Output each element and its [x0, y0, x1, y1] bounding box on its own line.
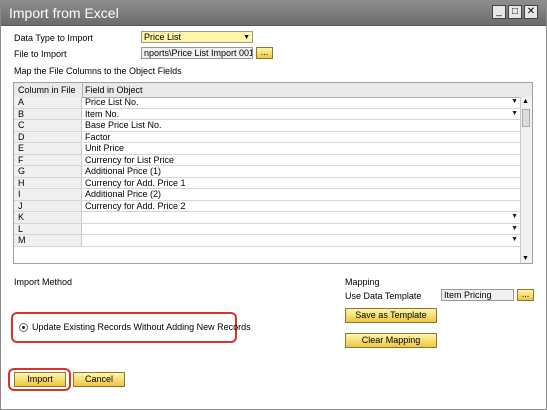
chevron-down-icon[interactable]: ▼: [511, 98, 518, 105]
row-column-letter: H: [14, 177, 82, 188]
column-header-file: Column in File: [18, 85, 76, 95]
table-row[interactable]: E Unit Price: [14, 143, 521, 155]
update-records-label[interactable]: Update Existing Records Without Adding N…: [32, 322, 251, 332]
table-row[interactable]: K ▼: [14, 212, 521, 224]
row-field-value[interactable]: Item No.: [83, 109, 523, 120]
chevron-down-icon: ▼: [243, 34, 250, 41]
data-type-select[interactable]: Price List ▼: [141, 31, 253, 43]
row-field-value[interactable]: Additional Price (1): [83, 166, 523, 177]
row-column-letter: E: [14, 143, 82, 154]
row-column-letter: C: [14, 120, 82, 131]
row-field-value[interactable]: Factor: [83, 132, 523, 143]
row-column-letter: A: [14, 97, 82, 108]
map-heading: Map the File Columns to the Object Field…: [14, 66, 182, 76]
row-column-letter: I: [14, 189, 82, 200]
row-field-value[interactable]: [83, 212, 523, 223]
row-column-letter: K: [14, 212, 82, 223]
data-type-label: Data Type to Import: [14, 33, 93, 43]
chevron-down-icon[interactable]: ▼: [511, 225, 518, 232]
grid-scrollbar[interactable]: ▲ ▼: [520, 97, 532, 263]
row-field-value[interactable]: Currency for Add. Price 2: [83, 201, 523, 212]
grid-header: Column in File Field in Object: [14, 83, 532, 98]
table-row[interactable]: H Currency for Add. Price 1: [14, 177, 523, 189]
save-template-button[interactable]: Save as Template: [345, 308, 437, 323]
row-column-letter: F: [14, 154, 82, 165]
close-icon[interactable]: ✕: [524, 5, 538, 19]
row-field-value[interactable]: Currency for Add. Price 1: [83, 178, 523, 189]
import-button[interactable]: Import: [14, 372, 66, 387]
row-field-value[interactable]: Unit Price: [83, 143, 523, 154]
chevron-down-icon[interactable]: ▼: [511, 110, 518, 117]
table-row[interactable]: M ▼: [14, 235, 521, 247]
window-title: Import from Excel: [9, 5, 119, 21]
template-browse-button[interactable]: ...: [517, 289, 534, 301]
minimize-icon[interactable]: _: [492, 5, 506, 19]
table-row[interactable]: F Currency for List Price: [14, 154, 523, 166]
mapping-grid: Column in File Field in Object A Price Li…: [13, 82, 533, 264]
clear-mapping-button[interactable]: Clear Mapping: [345, 333, 437, 348]
scroll-thumb[interactable]: [522, 109, 530, 127]
row-field-value[interactable]: Additional Price (2): [83, 189, 523, 200]
import-window: Import from Excel _ □ ✕ Data Type to Imp…: [0, 0, 547, 410]
row-field-value[interactable]: Price List No.: [83, 97, 523, 108]
row-column-letter: G: [14, 166, 82, 177]
maximize-icon[interactable]: □: [508, 5, 522, 19]
scroll-down-icon[interactable]: ▼: [522, 255, 529, 262]
data-type-value: Price List: [144, 32, 182, 42]
table-row[interactable]: B Item No. ▼: [14, 108, 523, 120]
chevron-down-icon[interactable]: ▼: [511, 236, 518, 243]
row-field-value[interactable]: Currency for List Price: [83, 155, 523, 166]
template-field[interactable]: Item Pricing: [441, 289, 514, 301]
table-row[interactable]: G Additional Price (1): [14, 166, 521, 178]
file-label: File to Import: [14, 49, 67, 59]
title-bar: Import from Excel _ □ ✕: [1, 1, 546, 26]
chevron-down-icon[interactable]: ▼: [511, 213, 518, 220]
row-column-letter: J: [14, 200, 82, 211]
table-row[interactable]: I Additional Price (2): [14, 189, 521, 201]
table-row[interactable]: L ▼: [14, 223, 523, 235]
table-row[interactable]: D Factor: [14, 131, 523, 143]
update-records-radio[interactable]: [19, 323, 28, 332]
column-header-field: Field in Object: [85, 85, 143, 95]
scroll-up-icon[interactable]: ▲: [522, 98, 529, 105]
row-column-letter: B: [14, 108, 82, 119]
file-browse-button[interactable]: ...: [256, 47, 273, 59]
table-row[interactable]: C Base Price List No.: [14, 120, 521, 132]
row-field-value[interactable]: Base Price List No.: [83, 120, 523, 131]
row-column-letter: D: [14, 131, 82, 142]
row-field-value[interactable]: [83, 224, 523, 235]
row-field-value[interactable]: [83, 235, 523, 246]
import-method-heading: Import Method: [14, 277, 73, 287]
mapping-heading: Mapping: [345, 277, 380, 287]
row-column-letter: L: [14, 223, 82, 234]
file-path-field[interactable]: nports\Price List Import 001.txt: [141, 47, 253, 59]
table-row[interactable]: J Currency for Add. Price 2: [14, 200, 523, 212]
template-label: Use Data Template: [345, 291, 422, 301]
table-row[interactable]: A Price List No. ▼: [14, 97, 521, 109]
row-column-letter: M: [14, 235, 82, 246]
cancel-button[interactable]: Cancel: [73, 372, 125, 387]
